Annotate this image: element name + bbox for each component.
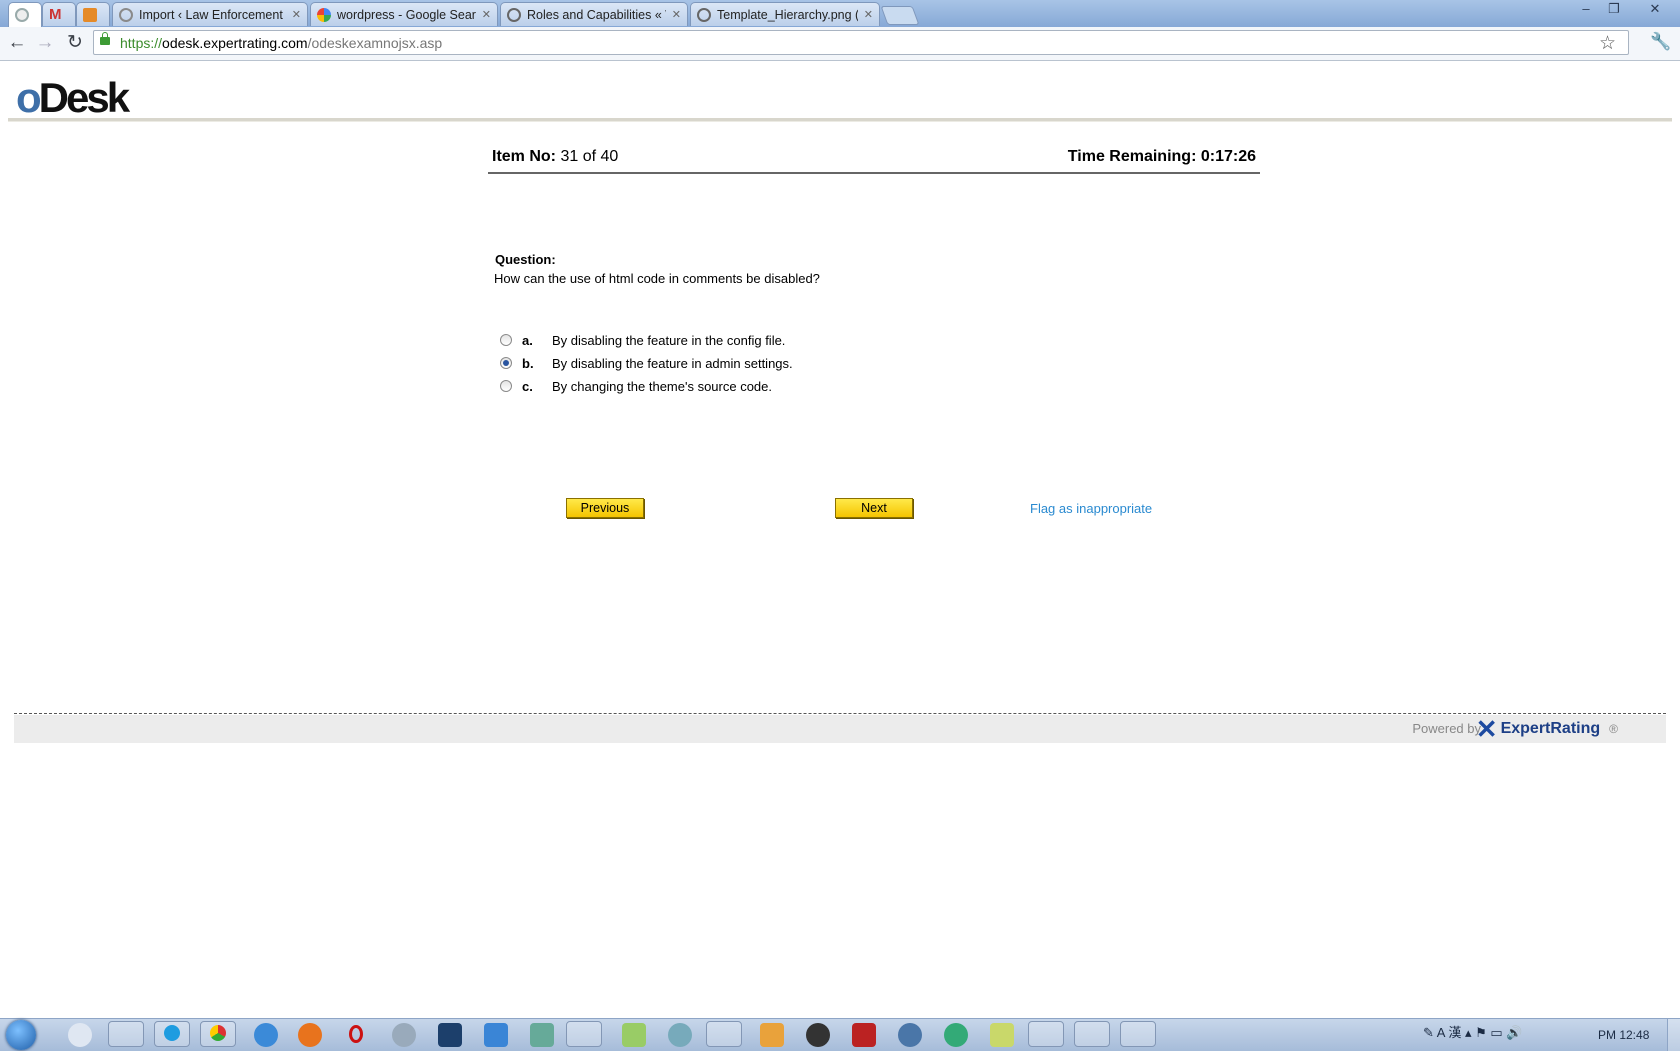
paint-icon[interactable]: [1120, 1021, 1156, 1047]
wordpress-icon: [697, 7, 711, 22]
tab-title: Template_Hierarchy.png (: [717, 7, 858, 22]
forward-button[interactable]: →: [34, 32, 56, 54]
app-pen-icon[interactable]: [1028, 1021, 1064, 1047]
earth-icon[interactable]: [944, 1023, 968, 1047]
item-number-value: 31 of 40: [560, 148, 619, 165]
windows-taskbar: ✎ A 漢 ▴ ⚑ ▭ 🔊 PM 12:48: [0, 1018, 1680, 1051]
back-button[interactable]: ←: [6, 32, 28, 54]
app-red-icon[interactable]: [706, 1021, 742, 1047]
time-remaining: Time Remaining: 0:17:26: [1067, 148, 1256, 165]
powered-by-text: Powered by: [1412, 721, 1481, 736]
show-desktop-button[interactable]: [1667, 1019, 1680, 1051]
minimize-button[interactable]: –: [1574, 2, 1598, 18]
expertrating-logo: ✕ ExpertRating ®: [1476, 716, 1618, 742]
restore-button[interactable]: ❐: [1602, 2, 1626, 18]
option-letter: a.: [522, 332, 533, 348]
firefox-icon[interactable]: [298, 1023, 322, 1047]
tab-import[interactable]: Import ‹ Law Enforcement ✕: [112, 2, 308, 26]
app-green-icon[interactable]: [1074, 1021, 1110, 1047]
chat-icon[interactable]: [68, 1023, 92, 1047]
option-letter: c.: [522, 378, 533, 394]
option-letter: b.: [522, 355, 534, 371]
tab-active[interactable]: [8, 2, 42, 27]
flag-inappropriate-link[interactable]: Flag as inappropriate: [1030, 501, 1152, 516]
address-bar[interactable]: https://odesk.expertrating.com/odeskexam…: [93, 30, 1629, 55]
chat-app-icon[interactable]: [990, 1023, 1014, 1047]
url-path: /odeskexamnojsx.asp: [307, 35, 443, 51]
taskbar-clock[interactable]: PM 12:48: [1598, 1028, 1649, 1042]
network-icon[interactable]: [668, 1023, 692, 1047]
tab-title: Import ‹ Law Enforcement: [139, 7, 283, 22]
media-player-icon[interactable]: [760, 1023, 784, 1047]
option-text: By changing the theme's source code.: [552, 378, 773, 394]
tab-gmail[interactable]: M: [42, 2, 76, 26]
answer-option-b[interactable]: b. By disabling the feature in admin set…: [500, 353, 793, 373]
answer-option-a[interactable]: a. By disabling the feature in the confi…: [500, 330, 785, 350]
tab-title: Roles and Capabilities « W: [527, 7, 666, 22]
item-number: Item No: 31 of 40: [492, 148, 619, 165]
wordpress-icon: [507, 7, 521, 22]
browser-toolbar: ← → ↻ https://odesk.expertrating.com/ode…: [0, 27, 1680, 61]
close-tab-icon[interactable]: ✕: [482, 8, 491, 21]
tab-roles[interactable]: Roles and Capabilities « W ✕: [500, 2, 688, 26]
globe-app-icon[interactable]: [898, 1023, 922, 1047]
close-tab-icon[interactable]: ✕: [292, 8, 301, 21]
new-tab-button[interactable]: [880, 6, 920, 25]
system-tray: ✎ A 漢 ▴ ⚑ ▭ 🔊: [1423, 1022, 1583, 1048]
footer-divider: [14, 713, 1666, 714]
tab-mail[interactable]: [76, 2, 110, 26]
opera-icon[interactable]: [344, 1023, 368, 1047]
option-text: By disabling the feature in admin settin…: [552, 355, 793, 371]
gmail-icon: M: [49, 6, 62, 23]
radio-button[interactable]: [500, 380, 512, 392]
media-disc-icon[interactable]: [806, 1023, 830, 1047]
question-label: Question:: [495, 252, 556, 267]
close-window-button[interactable]: ✕: [1640, 2, 1670, 18]
header-divider: [8, 118, 1672, 122]
footer: ✕ ExpertRating ® Powered by: [14, 715, 1666, 743]
registered-mark: ®: [1609, 722, 1618, 736]
globe-icon: [119, 7, 133, 22]
test-status-bar: Item No: 31 of 40 Time Remaining: 0:17:2…: [488, 140, 1260, 174]
internet-explorer-icon[interactable]: [254, 1023, 278, 1047]
lock-icon: [100, 32, 110, 45]
url-scheme: https://: [120, 35, 163, 51]
tab-strip: M Import ‹ Law Enforcement ✕ wordpress -…: [0, 0, 1680, 27]
odesk-logo: oDesk: [16, 74, 130, 121]
close-tab-icon[interactable]: ✕: [672, 8, 681, 21]
tray-icons[interactable]: ✎ A 漢 ▴ ⚑ ▭ 🔊: [1423, 1025, 1522, 1040]
expertrating-brand: ExpertRating: [1500, 720, 1601, 737]
skype-icon[interactable]: [154, 1021, 190, 1047]
filezilla-icon[interactable]: [852, 1023, 876, 1047]
tab-google-search[interactable]: wordpress - Google Search ✕: [310, 2, 498, 26]
radio-button[interactable]: [500, 334, 512, 346]
chrome-icon[interactable]: [200, 1021, 236, 1047]
url-host: odesk.expertrating.com: [162, 35, 308, 51]
close-tab-icon[interactable]: ✕: [864, 8, 873, 21]
bookmark-star-icon[interactable]: ☆: [1599, 32, 1616, 55]
next-button[interactable]: Next: [835, 498, 913, 518]
safari-icon[interactable]: [392, 1023, 416, 1047]
previous-button[interactable]: Previous: [566, 498, 644, 518]
wrench-menu-icon[interactable]: 🔧: [1650, 32, 1671, 52]
notepad-icon[interactable]: [622, 1023, 646, 1047]
folder-blue-icon[interactable]: [484, 1023, 508, 1047]
answer-option-c[interactable]: c. By changing the theme's source code.: [500, 376, 772, 396]
tab-template-hierarchy[interactable]: Template_Hierarchy.png ( ✕: [690, 2, 880, 26]
chrome-globe-icon: [15, 8, 29, 22]
google-icon: [317, 7, 331, 22]
people-icon[interactable]: [108, 1021, 144, 1047]
reload-button[interactable]: ↻: [64, 32, 86, 54]
explorer-folder-icon[interactable]: [566, 1021, 602, 1047]
url-text[interactable]: https://odesk.expertrating.com/odeskexam…: [120, 35, 442, 51]
option-text: By disabling the feature in the config f…: [552, 332, 786, 348]
mail-icon: [83, 7, 97, 22]
start-button[interactable]: [6, 1020, 36, 1050]
tab-title: wordpress - Google Search: [337, 7, 476, 22]
radio-button-selected[interactable]: [500, 357, 512, 369]
photoshop-icon[interactable]: [438, 1023, 462, 1047]
question-text: How can the use of html code in comments…: [494, 271, 820, 286]
image-viewer-icon[interactable]: [530, 1023, 554, 1047]
